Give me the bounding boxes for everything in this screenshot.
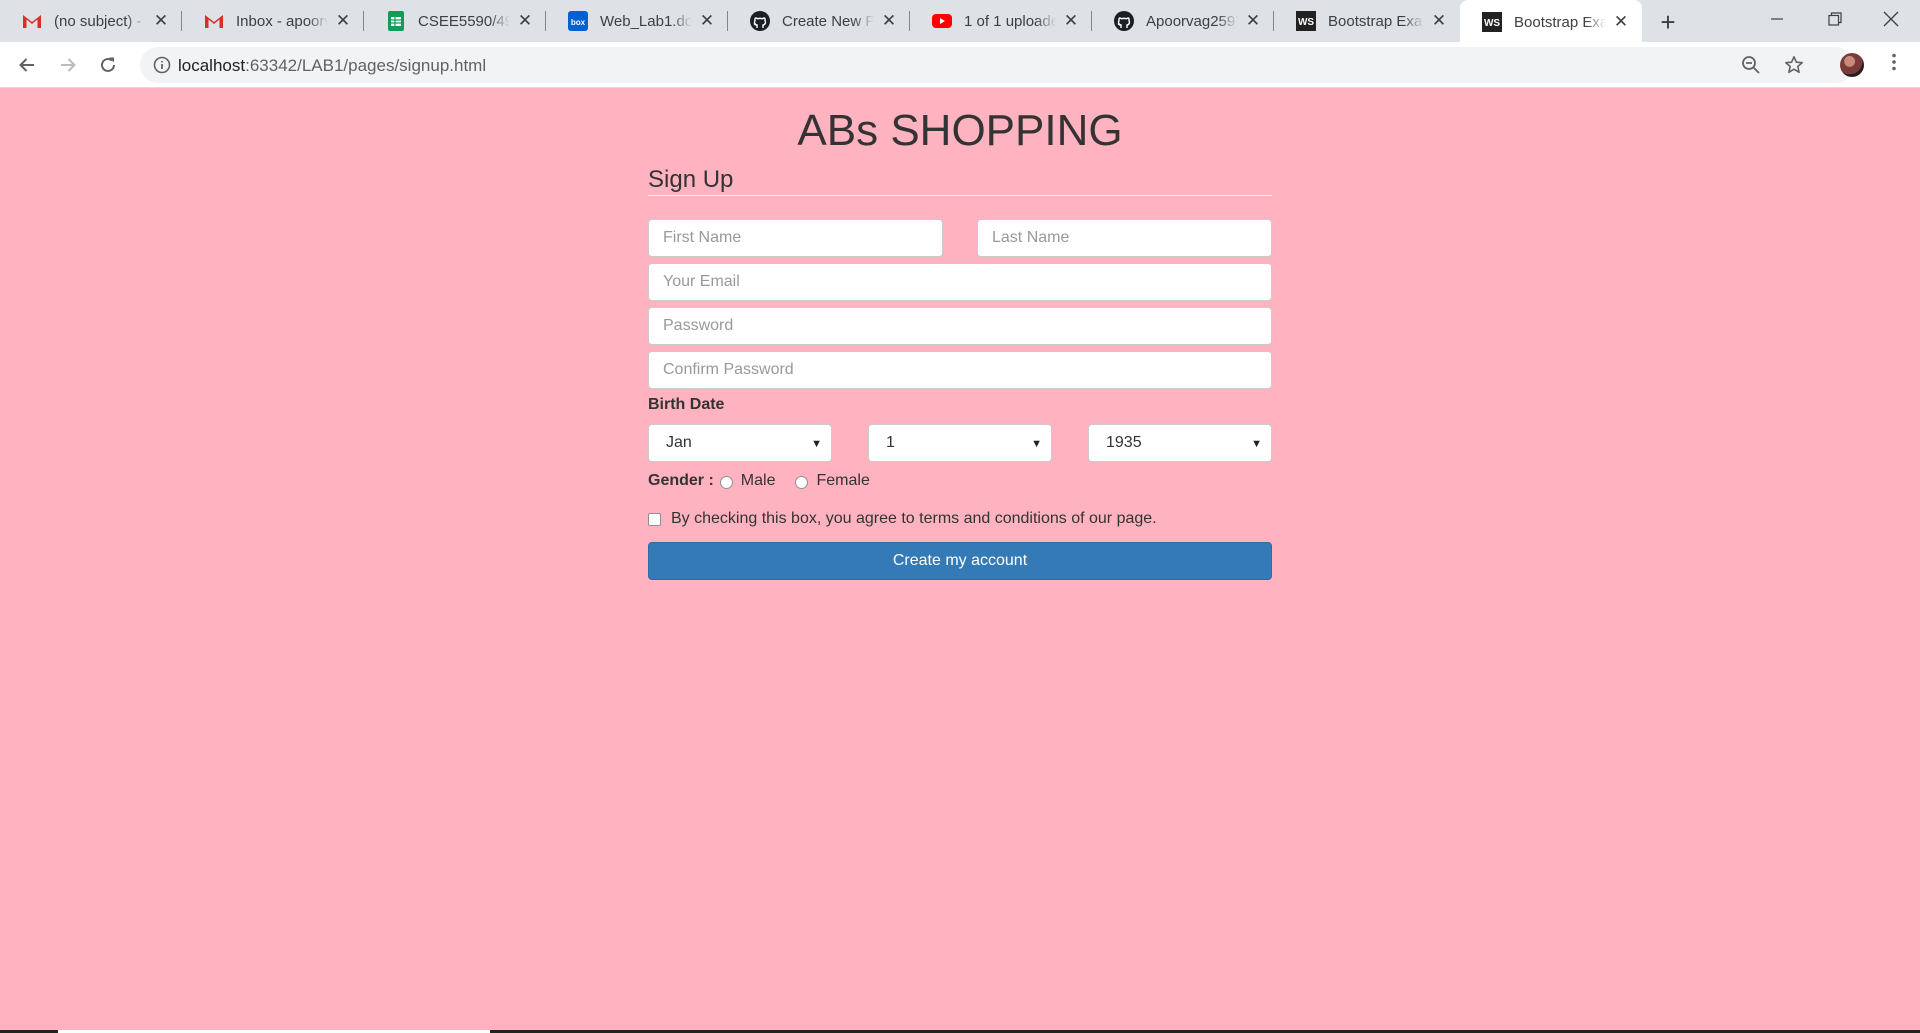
info-icon[interactable] [152,55,172,75]
password-field[interactable] [648,307,1272,345]
tab-gmail-no-subject[interactable]: (no subject) - apoorva ✕ [0,0,182,42]
tab-github-repo[interactable]: Apoorvag2597/ ✕ [1092,0,1274,42]
terms-checkbox[interactable] [648,512,661,526]
close-icon[interactable]: ✕ [516,11,534,30]
confirm-password-field[interactable] [648,351,1272,389]
github-icon [1114,11,1134,31]
forward-button[interactable] [52,49,84,81]
gmail-icon [204,11,224,31]
reload-icon [101,57,115,72]
gender-male-radio[interactable] [719,475,733,489]
bookmark-star-icon[interactable] [1783,54,1805,76]
address-bar[interactable]: localhost:63342/LAB1/pages/signup.html [140,47,1854,83]
arrow-right-icon [61,58,76,72]
close-icon[interactable]: ✕ [334,11,352,30]
tab-strip: (no subject) - apoorva ✕ Inbox - apoorva… [0,0,1920,44]
dropdown-arrow-icon: ▼ [1251,438,1262,450]
zoom-icon[interactable] [1740,54,1762,76]
tab-sheets[interactable]: CSEE5590/490 ✕ [364,0,546,42]
tab-box[interactable]: box Web_Lab1.docx ✕ [546,0,728,42]
gender-female-label[interactable]: Female [816,472,869,490]
more-vertical-icon [1892,53,1896,71]
tab-bootstrap-example-active[interactable]: WS Bootstrap Example ✕ [1460,0,1642,44]
back-button[interactable] [11,49,43,81]
last-name-field[interactable] [977,219,1272,257]
dropdown-arrow-icon: ▼ [1031,438,1042,450]
url-text[interactable]: localhost:63342/LAB1/pages/signup.html [178,56,486,76]
create-account-button[interactable]: Create my account [648,542,1272,580]
close-icon[interactable]: ✕ [1430,11,1448,30]
email-field[interactable] [648,263,1272,301]
w3schools-icon: WS [1482,12,1502,32]
browser-toolbar: localhost:63342/LAB1/pages/signup.html [0,42,1920,88]
window-close-button[interactable] [1862,0,1920,38]
tab-title: (no subject) - apoorva [54,12,146,30]
close-icon[interactable]: ✕ [1244,11,1262,30]
terms-label[interactable]: By checking this box, you agree to terms… [671,510,1157,528]
minimize-icon [1771,18,1783,20]
tab-title: Bootstrap Example [1514,13,1606,31]
close-icon[interactable]: ✕ [1062,11,1080,30]
first-name-field[interactable] [648,219,943,257]
tab-title: Inbox - apoorva [236,12,328,30]
month-select[interactable]: Jan ▼ [648,424,832,462]
tab-title: Apoorvag2597/ [1146,12,1238,30]
page-body: ABs SHOPPING Sign Up Birth Date Jan ▼ 1 … [0,88,1920,1033]
w3schools-icon: WS [1296,11,1316,31]
tab-bootstrap-example-1[interactable]: WS Bootstrap Example ✕ [1274,0,1460,42]
gmail-icon [22,11,42,31]
dropdown-arrow-icon: ▼ [811,438,822,450]
signup-container: ABs SHOPPING Sign Up Birth Date Jan ▼ 1 … [648,88,1272,580]
brand-title: ABs SHOPPING [797,106,1123,155]
arrow-left-icon [19,58,34,72]
new-tab-button[interactable]: + [1654,7,1682,37]
youtube-icon [932,11,952,31]
restore-icon [1828,12,1842,26]
gender-female-radio[interactable] [795,475,809,489]
reload-button[interactable] [92,49,124,81]
menu-button[interactable] [1886,53,1902,77]
name-row [648,219,1272,257]
close-icon[interactable]: ✕ [698,11,716,30]
tab-github-new-page[interactable]: Create New Page ✕ [728,0,910,42]
day-value: 1 [886,434,895,451]
signup-form: Birth Date Jan ▼ 1 ▼ 1935 ▼ Gender : Ma [648,219,1272,580]
year-select[interactable]: 1935 ▼ [1088,424,1272,462]
close-window-icon [1883,11,1899,27]
minimize-button[interactable] [1748,0,1806,38]
close-icon[interactable]: ✕ [1612,12,1630,31]
gender-label: Gender : [648,472,714,489]
birth-date-label: Birth Date [648,396,725,413]
terms-row: By checking this box, you agree to terms… [648,508,1272,530]
close-icon[interactable]: ✕ [880,11,898,30]
url-host: localhost [178,56,246,75]
tab-title: 1 of 1 uploaded [964,12,1056,30]
gender-male-label[interactable]: Male [741,472,776,490]
svg-text:box: box [571,18,586,27]
page-title: Sign Up [648,156,1272,196]
tab-title: Web_Lab1.docx [600,12,692,30]
day-select[interactable]: 1 ▼ [868,424,1052,462]
birth-date-selects: Jan ▼ 1 ▼ 1935 ▼ [648,424,1272,462]
close-icon[interactable]: ✕ [152,11,170,30]
tab-gmail-inbox[interactable]: Inbox - apoorva ✕ [182,0,364,42]
tab-title: Create New Page [782,12,874,30]
github-icon [750,11,770,31]
svg-text:WS: WS [1484,18,1500,29]
restore-button[interactable] [1806,0,1864,38]
svg-text:WS: WS [1298,17,1314,28]
url-path: :63342/LAB1/pages/signup.html [245,56,487,75]
box-icon: box [568,11,588,31]
tab-youtube[interactable]: 1 of 1 uploaded ✕ [910,0,1092,42]
tab-title: CSEE5590/490 [418,12,510,30]
sheets-icon [386,11,406,31]
year-value: 1935 [1106,434,1142,451]
gender-group: Gender : Male Female [648,470,1272,492]
month-value: Jan [666,434,692,451]
tab-title: Bootstrap Example [1328,12,1424,30]
profile-avatar[interactable] [1840,53,1864,77]
